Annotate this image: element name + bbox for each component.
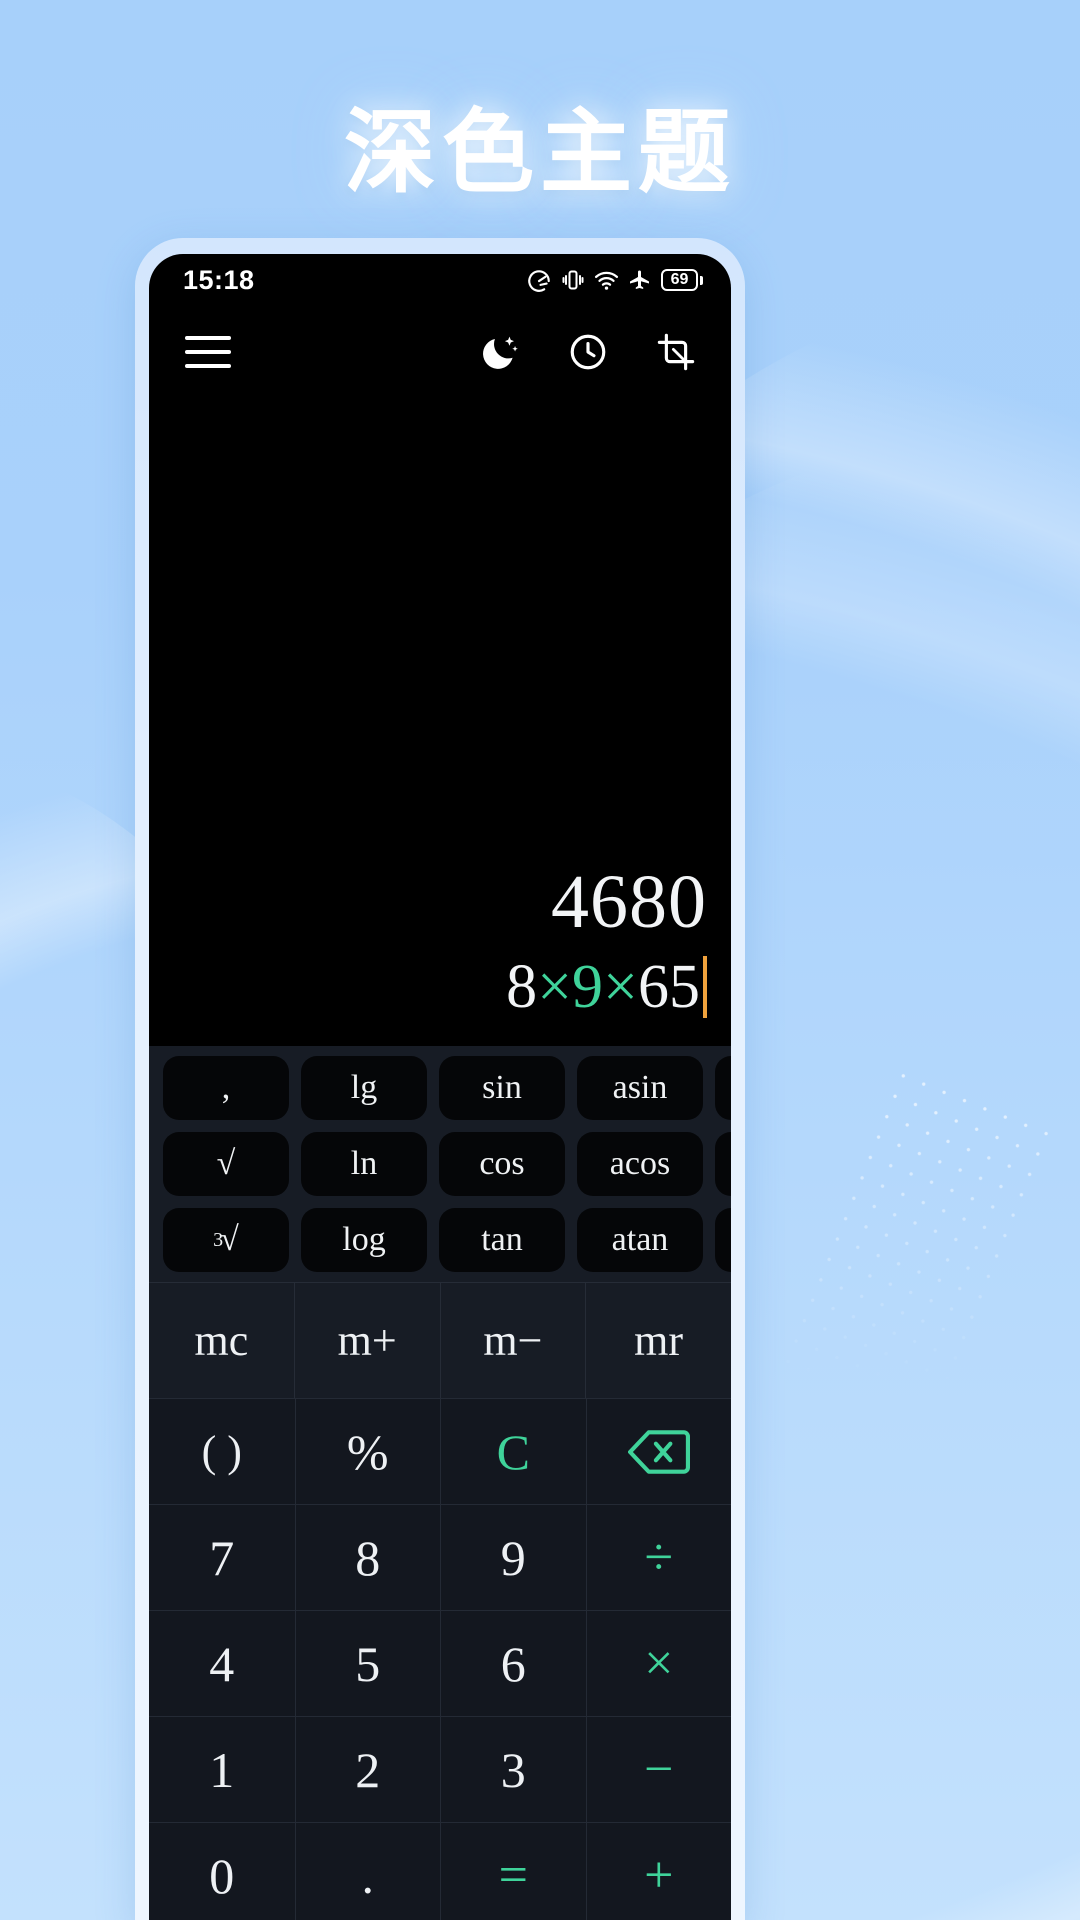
status-clock: 15:18 bbox=[183, 264, 255, 295]
memory-key-row: mc m+ m− mr bbox=[149, 1282, 731, 1398]
key-7[interactable]: 7 bbox=[149, 1504, 295, 1610]
sci-key-asin[interactable]: asin bbox=[577, 1056, 703, 1120]
sci-key-overflow[interactable] bbox=[715, 1208, 731, 1272]
sci-key-overflow[interactable] bbox=[715, 1056, 731, 1120]
page-title: 深色主题 bbox=[343, 102, 736, 204]
expression-token: × bbox=[603, 953, 638, 1021]
battery-icon: 69 bbox=[661, 269, 703, 291]
key-0[interactable]: 0 bbox=[149, 1822, 295, 1920]
sci-key-tan[interactable]: tan bbox=[439, 1208, 565, 1272]
status-bar: 15:18 69 bbox=[149, 254, 731, 306]
expression-token: 9 bbox=[572, 953, 604, 1021]
scientific-key-row: 3 √ log tan atan bbox=[163, 1208, 731, 1272]
key-percent[interactable]: % bbox=[294, 1398, 440, 1504]
calculator-display: 4680 8×9×65 bbox=[149, 398, 731, 1046]
sci-key-cos[interactable]: cos bbox=[439, 1132, 565, 1196]
speedometer-icon bbox=[528, 270, 550, 292]
crop-rotate-icon[interactable] bbox=[655, 331, 697, 373]
expression-line[interactable]: 8×9×65 bbox=[506, 956, 707, 1018]
key-5[interactable]: 5 bbox=[294, 1610, 440, 1716]
clock-history-icon[interactable] bbox=[567, 331, 609, 373]
key-parenthesis[interactable]: ( ) bbox=[149, 1398, 295, 1504]
sci-key-overflow[interactable] bbox=[715, 1132, 731, 1196]
hamburger-menu-icon[interactable] bbox=[185, 336, 231, 368]
sci-key-ln[interactable]: ln bbox=[301, 1132, 427, 1196]
airplane-mode-icon bbox=[630, 270, 649, 289]
backspace-icon[interactable] bbox=[585, 1398, 731, 1504]
memory-key-m[interactable]: m+ bbox=[293, 1282, 440, 1398]
key-multiply[interactable]: × bbox=[585, 1610, 731, 1716]
key-4[interactable]: 4 bbox=[149, 1610, 295, 1716]
sci-key-log[interactable]: log bbox=[301, 1208, 427, 1272]
scientific-key-row: , lg sin asin bbox=[163, 1056, 731, 1120]
moon-stars-icon[interactable] bbox=[479, 331, 521, 373]
key-8[interactable]: 8 bbox=[294, 1504, 440, 1610]
result-value: 4680 bbox=[551, 860, 707, 944]
sci-key-sym[interactable]: √ bbox=[163, 1132, 289, 1196]
sci-key-acos[interactable]: acos bbox=[577, 1132, 703, 1196]
key-equals[interactable]: = bbox=[440, 1822, 586, 1920]
text-cursor bbox=[703, 956, 707, 1018]
key-2[interactable]: 2 bbox=[294, 1716, 440, 1822]
key-divide[interactable]: ÷ bbox=[585, 1504, 731, 1610]
app-toolbar bbox=[149, 306, 731, 398]
vibrate-icon bbox=[562, 270, 584, 290]
phone-screen: 15:18 69 4680 8×9×65 , lg sin asin √ ln … bbox=[149, 254, 731, 1920]
key-decimal[interactable]: . bbox=[294, 1822, 440, 1920]
key-plus[interactable]: + bbox=[585, 1822, 731, 1920]
scientific-key-row: √ ln cos acos bbox=[163, 1132, 731, 1196]
key-1[interactable]: 1 bbox=[149, 1716, 295, 1822]
key-6[interactable]: 6 bbox=[440, 1610, 586, 1716]
sci-key-atan[interactable]: atan bbox=[577, 1208, 703, 1272]
expression-token: 65 bbox=[638, 953, 700, 1021]
toolbar-actions bbox=[479, 331, 697, 373]
sci-key-sym[interactable]: , bbox=[163, 1056, 289, 1120]
key-clear[interactable]: C bbox=[440, 1398, 586, 1504]
memory-key-mr[interactable]: mr bbox=[585, 1282, 731, 1398]
key-9[interactable]: 9 bbox=[440, 1504, 586, 1610]
sci-key-sym[interactable]: 3 √ bbox=[163, 1208, 289, 1272]
scientific-keypad: , lg sin asin √ ln cos acos 3 √ log tan atan bbox=[149, 1046, 731, 1282]
key-minus[interactable]: − bbox=[585, 1716, 731, 1822]
wifi-icon bbox=[594, 271, 619, 290]
memory-key-mc[interactable]: mc bbox=[149, 1282, 294, 1398]
battery-level-text: 69 bbox=[670, 271, 689, 288]
memory-key-m[interactable]: m− bbox=[439, 1282, 586, 1398]
phone-mockup-frame: 15:18 69 4680 8×9×65 , lg sin asin √ ln … bbox=[135, 238, 745, 1920]
status-icon-group: 69 bbox=[526, 267, 703, 293]
sci-key-lg[interactable]: lg bbox=[301, 1056, 427, 1120]
main-keypad: ( )% C 7 8 9 ÷ 4 5 6 × 1 2 3− 0. = + bbox=[149, 1398, 731, 1920]
expression-text: 8×9×65 bbox=[506, 956, 700, 1018]
sci-key-sin[interactable]: sin bbox=[439, 1056, 565, 1120]
expression-token: 8 bbox=[506, 953, 538, 1021]
expression-token: × bbox=[537, 953, 573, 1021]
key-3[interactable]: 3 bbox=[440, 1716, 586, 1822]
